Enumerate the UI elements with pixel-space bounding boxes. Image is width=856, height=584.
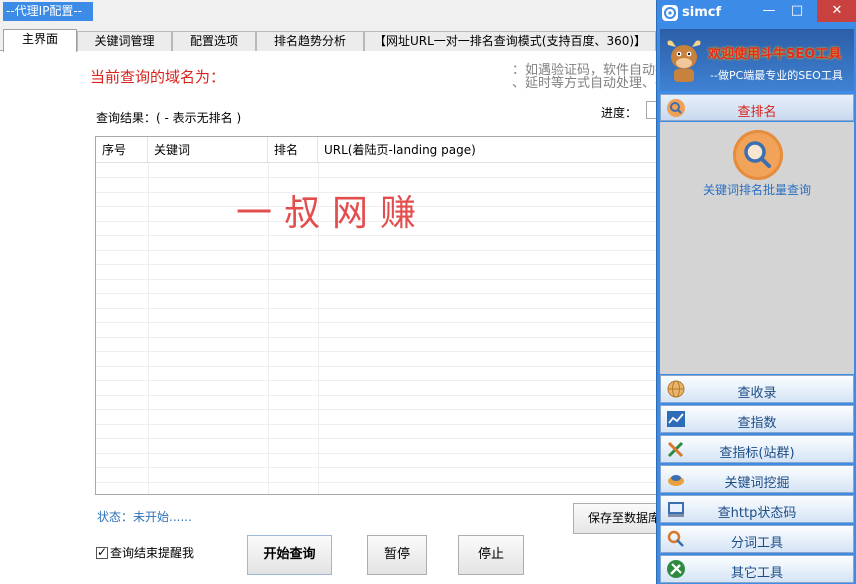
table-row-line — [96, 307, 656, 309]
title-bar[interactable]: simcf — □ ✕ — [657, 0, 856, 26]
table-row-line — [96, 365, 656, 367]
table-row-line — [96, 452, 656, 454]
pause-button[interactable]: 暂停 — [367, 535, 427, 575]
table-row-line — [96, 322, 656, 323]
nav-label: 其它工具 — [730, 566, 783, 581]
nav-keyword-mining[interactable]: 关键词挖掘 — [660, 465, 854, 493]
nav-check-metrics[interactable]: 查指标(站群) — [660, 435, 854, 463]
proxy-config-tag[interactable]: --代理IP配置-- — [3, 2, 93, 21]
table-row-line — [96, 249, 656, 251]
app-logo-icon — [662, 5, 678, 21]
table-column-line — [148, 163, 149, 494]
column-keyword[interactable]: 关键词 — [148, 137, 268, 163]
table-header: 序号 关键词 排名 URL(着陆页-landing page) — [96, 137, 656, 163]
column-rank[interactable]: 排名 — [268, 137, 318, 163]
table-row-line — [96, 293, 656, 294]
table-row-line — [96, 264, 656, 265]
tab-url-rank-mode[interactable]: 【网址URL一对一排名查询模式(支持百度、360)】 — [364, 31, 656, 51]
bull-mascot-icon — [667, 40, 701, 82]
rank-section-label: 查排名 — [737, 105, 777, 120]
batch-rank-query-link[interactable]: 关键词排名批量查询 — [660, 181, 854, 198]
table-row-line — [96, 423, 656, 425]
remind-on-finish-checkbox[interactable]: 查询结束提醒我 — [96, 544, 194, 561]
nav-word-segment[interactable]: 分词工具 — [660, 525, 854, 553]
nav-check-index[interactable]: 查收录 — [660, 375, 854, 403]
nav-label: 分词工具 — [730, 536, 783, 551]
nav-http-status[interactable]: 查http状态码 — [660, 495, 854, 523]
nav-label: 查指标(站群) — [719, 446, 795, 461]
table-row-line — [96, 438, 656, 439]
batch-rank-query-icon[interactable] — [733, 130, 783, 180]
progress-label: 进度： — [601, 106, 638, 120]
tab-main[interactable]: 主界面 — [3, 29, 77, 52]
table-row-line — [96, 394, 656, 396]
table-row-line — [96, 481, 656, 483]
result-label: 查询结果：( - 表示无排名 ) — [96, 111, 242, 125]
table-row-line — [96, 336, 656, 338]
stop-button[interactable]: 停止 — [458, 535, 524, 575]
nav-label: 查收录 — [737, 386, 777, 401]
watermark-text: 一叔网赚 — [236, 193, 429, 234]
minimize-icon[interactable]: — — [757, 0, 781, 22]
table-row-line — [96, 177, 656, 178]
table-row-line — [96, 409, 656, 410]
nav-check-search-index[interactable]: 查指数 — [660, 405, 854, 433]
current-domain-label: 当前查询的域名为： — [90, 68, 226, 86]
table-row-line — [96, 351, 656, 352]
tab-keyword-management[interactable]: 关键词管理 — [77, 31, 172, 51]
checkbox-checked-icon[interactable] — [96, 545, 108, 559]
maximize-icon[interactable]: □ — [785, 0, 809, 22]
table-row-line — [96, 278, 656, 280]
start-query-button[interactable]: 开始查询 — [247, 535, 332, 575]
nav-other-tools[interactable]: 其它工具 — [660, 555, 854, 583]
app-name: simcf — [682, 5, 722, 20]
banner-title: 欢迎使用斗牛SEO工具 — [708, 47, 842, 62]
table-row-line — [96, 467, 656, 468]
main-tab-panel: 当前查询的域名为： ：如遇验证码，软件自动操 、延时等方式自动处理、确 查询结果… — [0, 51, 656, 584]
close-icon[interactable]: ✕ — [817, 0, 856, 22]
status-text: 状态：未开始...... — [97, 510, 192, 524]
nav-label: 查http状态码 — [717, 506, 797, 521]
tab-bar: 主界面 关键词管理 配置选项 排名趋势分析 【网址URL一对一排名查询模式(支持… — [0, 29, 656, 52]
rank-section-panel: 关键词排名批量查询 — [660, 122, 854, 374]
column-url[interactable]: URL(着陆页-landing page) — [318, 137, 656, 163]
nav-label: 查指数 — [737, 416, 777, 431]
remind-on-finish-label: 查询结束提醒我 — [110, 546, 195, 560]
table-row-line — [96, 380, 656, 381]
banner-subtitle: --做PC端最专业的SEO工具 — [710, 69, 843, 82]
column-index[interactable]: 序号 — [96, 137, 148, 163]
tab-rank-trend[interactable]: 排名趋势分析 — [256, 31, 364, 51]
welcome-banner: 欢迎使用斗牛SEO工具 --做PC端最专业的SEO工具 — [660, 29, 854, 91]
progress-bar — [646, 101, 656, 119]
seo-tool-window: simcf — □ ✕ 欢迎使用斗牛SEO工具 --做PC端最专业的SEO工具 … — [656, 0, 856, 584]
captcha-hint-line2: 、延时等方式自动处理、确 — [512, 76, 656, 91]
main-window: --代理IP配置-- 主界面 关键词管理 配置选项 排名趋势分析 【网址URL一… — [0, 0, 656, 584]
tab-config-options[interactable]: 配置选项 — [172, 31, 256, 51]
save-to-database-button[interactable]: 保存至数据库 — [573, 503, 656, 534]
nav-label: 关键词挖掘 — [724, 476, 790, 491]
rank-section-header[interactable]: 查排名 — [660, 94, 854, 121]
